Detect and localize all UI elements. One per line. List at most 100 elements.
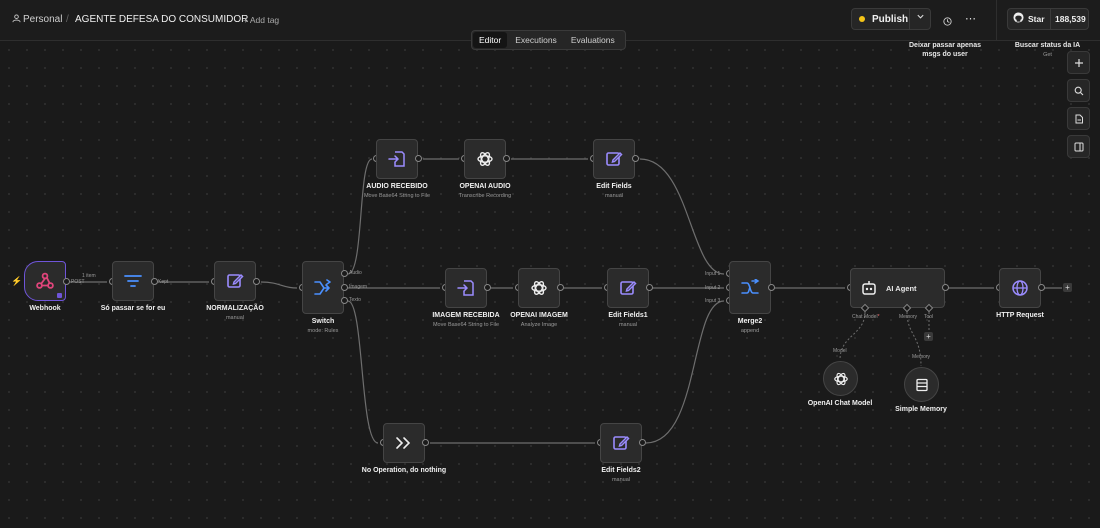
edit-fields2-output-handle[interactable] [639,439,646,446]
filter-icon [124,275,142,287]
add-node-button[interactable] [1067,51,1090,74]
node-switch[interactable] [302,261,344,314]
audio-recebido-sub: Move Base64 String to File [363,193,431,199]
node-http-request[interactable] [999,268,1041,308]
edit-icon [613,435,630,450]
github-icon [1013,12,1024,26]
merge-port-2: Input 2 [705,285,721,291]
node-filter[interactable] [112,261,154,301]
chevron-down-icon[interactable] [916,12,925,24]
edit-fields1-sub: manual [618,322,638,328]
note-icon [1075,114,1083,123]
tab-editor[interactable]: Editor [473,32,508,48]
node-merge2[interactable] [729,261,771,314]
sticky-note-filter[interactable]: Deixar passar apenas msgs do user [905,41,985,59]
history-icon[interactable] [942,14,953,32]
search-nodes-button[interactable] [1067,79,1090,102]
imagem-recebida-label: IMAGEM RECEBIDA [432,312,500,319]
node-edit-fields1[interactable] [607,268,649,308]
edit-fields1-output-handle[interactable] [646,284,653,291]
tab-evaluations[interactable]: Evaluations [565,32,621,48]
add-tag-link[interactable]: + Add tag [243,15,279,25]
merge2-label: Merge2 [737,318,763,325]
node-webhook[interactable] [24,261,66,301]
noop-icon [396,437,411,449]
trigger-bolt-icon: ⚡ [11,276,23,286]
normalizacao-sub: manual [225,315,245,321]
node-ai-agent[interactable]: AI Agent [850,268,945,308]
openai-imagem-output-handle[interactable] [557,284,564,291]
edit-fields1-label: Edit Fields1 [608,312,648,319]
project-link[interactable]: Personal [23,14,62,25]
openai-icon [531,281,547,295]
normalizacao-output-handle[interactable] [253,278,260,285]
edit-icon [227,273,244,288]
node-simple-memory[interactable] [904,367,939,402]
add-tool-button[interactable]: + [924,332,933,341]
view-tabs: Editor Executions Evaluations [471,30,626,50]
robot-icon [862,281,876,295]
status-dot [859,16,865,22]
openai-imagem-label: OPENAI IMAGEM [510,312,568,319]
simple-memory-port-label: Memory [912,354,931,360]
ai-agent-output-handle[interactable] [942,284,949,291]
switch-output-audio[interactable] [341,270,348,277]
plus-icon [1074,58,1083,67]
wire-edit2-merge3 [645,300,725,444]
publish-button[interactable]: Publish [851,8,931,30]
audio-recebido-output-handle[interactable] [415,155,422,162]
node-edit-fields[interactable] [593,139,635,179]
wire-normalizacao-switch [260,281,298,289]
node-imagem-recebida[interactable] [445,268,487,308]
edit-fields2-label: Edit Fields2 [601,467,641,474]
noop-output-handle[interactable] [422,439,429,446]
node-openai-imagem[interactable] [518,268,560,308]
http-output-handle[interactable] [1038,284,1045,291]
star-label: Star [1028,14,1045,24]
add-next-node-button[interactable]: + [1063,283,1072,292]
audio-recebido-label: AUDIO RECEBIDO [366,183,428,190]
chat-model-port-text: Chat Model [852,314,878,320]
edit-icon [620,280,637,295]
merge-port-3: Input 3 [705,298,721,304]
node-openai-chat-model[interactable] [823,361,858,396]
node-openai-audio[interactable] [464,139,506,179]
node-edit-fields2[interactable] [600,423,642,463]
wire-switch-audio [347,158,373,275]
imagem-recebida-output-handle[interactable] [484,284,491,291]
sticky-note-button[interactable] [1067,107,1090,130]
filter-port-label: Kept [158,279,169,285]
node-audio-recebido[interactable] [376,139,418,179]
switch-icon [314,278,331,295]
workflow-name[interactable]: AGENTE DEFESA DO CONSUMIDOR [75,14,248,25]
switch-output-imagem[interactable] [341,284,348,291]
filter-output-handle[interactable] [151,278,158,285]
more-options-icon[interactable]: ⋯ [965,12,976,25]
pin-badge [57,293,62,298]
merge-port-1: Input 1 [705,271,721,277]
edit-fields-output-handle[interactable] [632,155,639,162]
http-request-label: HTTP Request [996,312,1044,319]
switch-port-audio: Audio [349,270,362,276]
toggle-panel-button[interactable] [1067,135,1090,158]
node-normalizacao[interactable] [214,261,256,301]
github-star-button[interactable]: Star 188,539 [1007,8,1089,30]
merge-icon [741,278,760,294]
switch-label: Switch [311,318,335,325]
imagem-recebida-sub: Move Base64 String to File [432,322,500,328]
edit-fields2-sub: manual [611,477,631,483]
simple-memory-label: Simple Memory [895,406,947,413]
tab-executions[interactable]: Executions [509,32,563,48]
merge-output-handle[interactable] [768,284,775,291]
search-icon [1074,86,1083,95]
edit-fields-label: Edit Fields [596,183,632,190]
openai-audio-output-handle[interactable] [503,155,510,162]
node-noop[interactable] [383,423,425,463]
edit-icon [606,151,623,166]
switch-output-texto[interactable] [341,297,348,304]
openai-chat-port-label: Model [833,348,847,354]
webhook-output-handle[interactable] [63,278,70,285]
noop-label: No Operation, do nothing [361,467,447,474]
openai-chat-label: OpenAI Chat Model [807,400,873,407]
tool-port-label: Tool [924,314,934,320]
